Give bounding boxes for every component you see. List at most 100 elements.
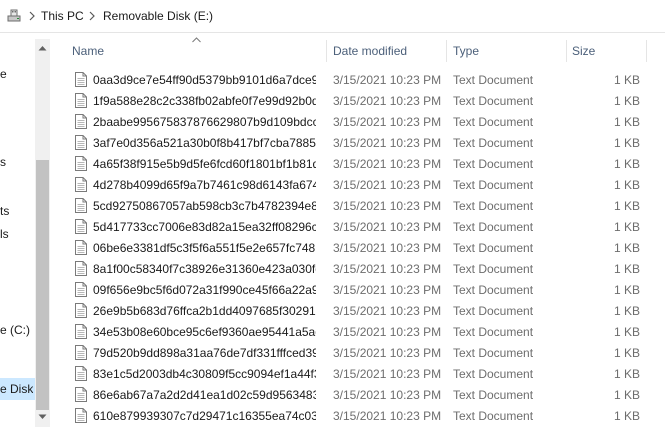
file-name: 34e53b08e60bce95c6ef9360ae95441a5adc...: [93, 325, 316, 339]
chevron-right-icon[interactable]: [88, 10, 96, 22]
text-document-icon: [75, 198, 87, 213]
column-type[interactable]: Type: [453, 44, 479, 58]
file-type: Text Document: [453, 262, 534, 276]
file-size: 1 KB: [613, 73, 640, 87]
text-document-icon: [75, 282, 87, 297]
file-row[interactable]: 3af7e0d356a521a30b0f8b417bf7cba7885c... …: [50, 132, 665, 153]
nav-item-removable-disk[interactable]: e Disk: [0, 382, 33, 396]
text-document-icon: [75, 345, 87, 360]
file-size: 1 KB: [613, 262, 640, 276]
file-type: Text Document: [453, 283, 534, 297]
column-divider[interactable]: [446, 40, 447, 62]
column-divider[interactable]: [566, 40, 567, 62]
file-type: Text Document: [453, 115, 534, 129]
file-type: Text Document: [453, 409, 534, 423]
breadcrumb-this-pc[interactable]: This PC: [41, 9, 84, 23]
nav-item[interactable]: ts: [0, 204, 9, 218]
file-date: 3/15/2021 10:23 PM: [333, 115, 442, 129]
file-date: 3/15/2021 10:23 PM: [333, 283, 442, 297]
text-document-icon: [75, 135, 87, 150]
file-date: 3/15/2021 10:23 PM: [333, 73, 442, 87]
nav-item[interactable]: ls: [0, 227, 9, 241]
file-row[interactable]: 5cd92750867057ab598cb3c7b4782394e8f... 3…: [50, 195, 665, 216]
address-bar[interactable]: This PC Removable Disk (E:): [0, 0, 665, 33]
file-date: 3/15/2021 10:23 PM: [333, 262, 442, 276]
column-divider[interactable]: [646, 40, 647, 62]
file-name: 5d417733cc7006e83d82a15ea32ff08296c7...: [93, 220, 316, 234]
file-date: 3/15/2021 10:23 PM: [333, 325, 442, 339]
file-type: Text Document: [453, 73, 534, 87]
file-row[interactable]: 86e6ab67a7a2d2d41ea1d02c59d9563483c... 3…: [50, 384, 665, 405]
file-date: 3/15/2021 10:23 PM: [333, 241, 442, 255]
file-row[interactable]: 610e879939307c7d29471c16355ea74c032... 3…: [50, 405, 665, 426]
file-row[interactable]: 09f656e9bc5f6d072a31f990ce45f66a22a9a...…: [50, 279, 665, 300]
file-date: 3/15/2021 10:23 PM: [333, 304, 442, 318]
file-type: Text Document: [453, 325, 534, 339]
file-type: Text Document: [453, 178, 534, 192]
file-type: Text Document: [453, 388, 534, 402]
file-size: 1 KB: [613, 241, 640, 255]
scroll-down-icon[interactable]: [38, 414, 47, 420]
breadcrumb-removable-disk[interactable]: Removable Disk (E:): [103, 9, 213, 23]
file-size: 1 KB: [613, 367, 640, 381]
text-document-icon: [75, 303, 87, 318]
file-type: Text Document: [453, 241, 534, 255]
file-date: 3/15/2021 10:23 PM: [333, 346, 442, 360]
file-type: Text Document: [453, 346, 534, 360]
chevron-right-icon[interactable]: [28, 10, 36, 22]
file-date: 3/15/2021 10:23 PM: [333, 409, 442, 423]
file-size: 1 KB: [613, 409, 640, 423]
nav-scrollbar-thumb[interactable]: [36, 160, 49, 410]
file-date: 3/15/2021 10:23 PM: [333, 220, 442, 234]
file-row[interactable]: 0aa3d9ce7e54ff90d5379bb9101d6a7dce9... 3…: [50, 69, 665, 90]
file-size: 1 KB: [613, 220, 640, 234]
file-size: 1 KB: [613, 304, 640, 318]
file-name: 26e9b5b683d76ffca2b1dd4097685f302915...: [93, 304, 316, 318]
scroll-up-icon[interactable]: [38, 45, 47, 51]
file-name: 1f9a588e28c2c338fb02abfe0f7e99d92b0d...: [93, 94, 316, 108]
column-size[interactable]: Size: [572, 44, 595, 58]
text-document-icon: [75, 93, 87, 108]
text-document-icon: [75, 156, 87, 171]
file-row[interactable]: 4a65f38f915e5b9d5fe6fcd60f1801bf1b81d...…: [50, 153, 665, 174]
nav-item[interactable]: e: [0, 67, 7, 81]
file-row[interactable]: 8a1f00c58340f7c38926e31360e423a030fd0...…: [50, 258, 665, 279]
file-date: 3/15/2021 10:23 PM: [333, 136, 442, 150]
file-size: 1 KB: [613, 325, 640, 339]
file-row[interactable]: 26e9b5b683d76ffca2b1dd4097685f302915... …: [50, 300, 665, 321]
file-row[interactable]: 79d520b9dd898a31aa76de7df331fffced39... …: [50, 342, 665, 363]
text-document-icon: [75, 408, 87, 423]
file-row[interactable]: 2baabe995675837876629807b9d109bdcc7... 3…: [50, 111, 665, 132]
column-date-modified[interactable]: Date modified: [333, 44, 407, 58]
file-date: 3/15/2021 10:23 PM: [333, 367, 442, 381]
file-row[interactable]: 4d278b4099d65f9a7b7461c98d6143fa6748... …: [50, 174, 665, 195]
file-name: 79d520b9dd898a31aa76de7df331fffced39...: [93, 346, 316, 360]
file-type: Text Document: [453, 94, 534, 108]
file-date: 3/15/2021 10:23 PM: [333, 94, 442, 108]
file-date: 3/15/2021 10:23 PM: [333, 388, 442, 402]
file-size: 1 KB: [613, 157, 640, 171]
text-document-icon: [75, 387, 87, 402]
column-name[interactable]: Name: [72, 44, 104, 58]
file-type: Text Document: [453, 199, 534, 213]
file-row[interactable]: 5d417733cc7006e83d82a15ea32ff08296c7... …: [50, 216, 665, 237]
file-size: 1 KB: [613, 115, 640, 129]
text-document-icon: [75, 324, 87, 339]
sort-ascending-icon: [192, 37, 201, 43]
file-size: 1 KB: [613, 346, 640, 360]
file-row[interactable]: 34e53b08e60bce95c6ef9360ae95441a5adc... …: [50, 321, 665, 342]
file-row[interactable]: 83e1c5d2003db4c30809f5cc9094ef1a44f3... …: [50, 363, 665, 384]
file-name: 4a65f38f915e5b9d5fe6fcd60f1801bf1b81d...: [93, 157, 316, 171]
file-name: 3af7e0d356a521a30b0f8b417bf7cba7885c...: [93, 136, 316, 150]
file-type: Text Document: [453, 136, 534, 150]
file-date: 3/15/2021 10:23 PM: [333, 178, 442, 192]
nav-item[interactable]: s: [0, 155, 6, 169]
text-document-icon: [75, 366, 87, 381]
file-size: 1 KB: [613, 388, 640, 402]
column-divider[interactable]: [326, 40, 327, 62]
file-row[interactable]: 06be6e3381df5c3f5f6a551f5e2e657fc748b...…: [50, 237, 665, 258]
file-row[interactable]: 1f9a588e28c2c338fb02abfe0f7e99d92b0d... …: [50, 90, 665, 111]
nav-item-local-disk[interactable]: e (C:): [0, 323, 30, 337]
file-type: Text Document: [453, 304, 534, 318]
file-name: 83e1c5d2003db4c30809f5cc9094ef1a44f3...: [93, 367, 316, 381]
